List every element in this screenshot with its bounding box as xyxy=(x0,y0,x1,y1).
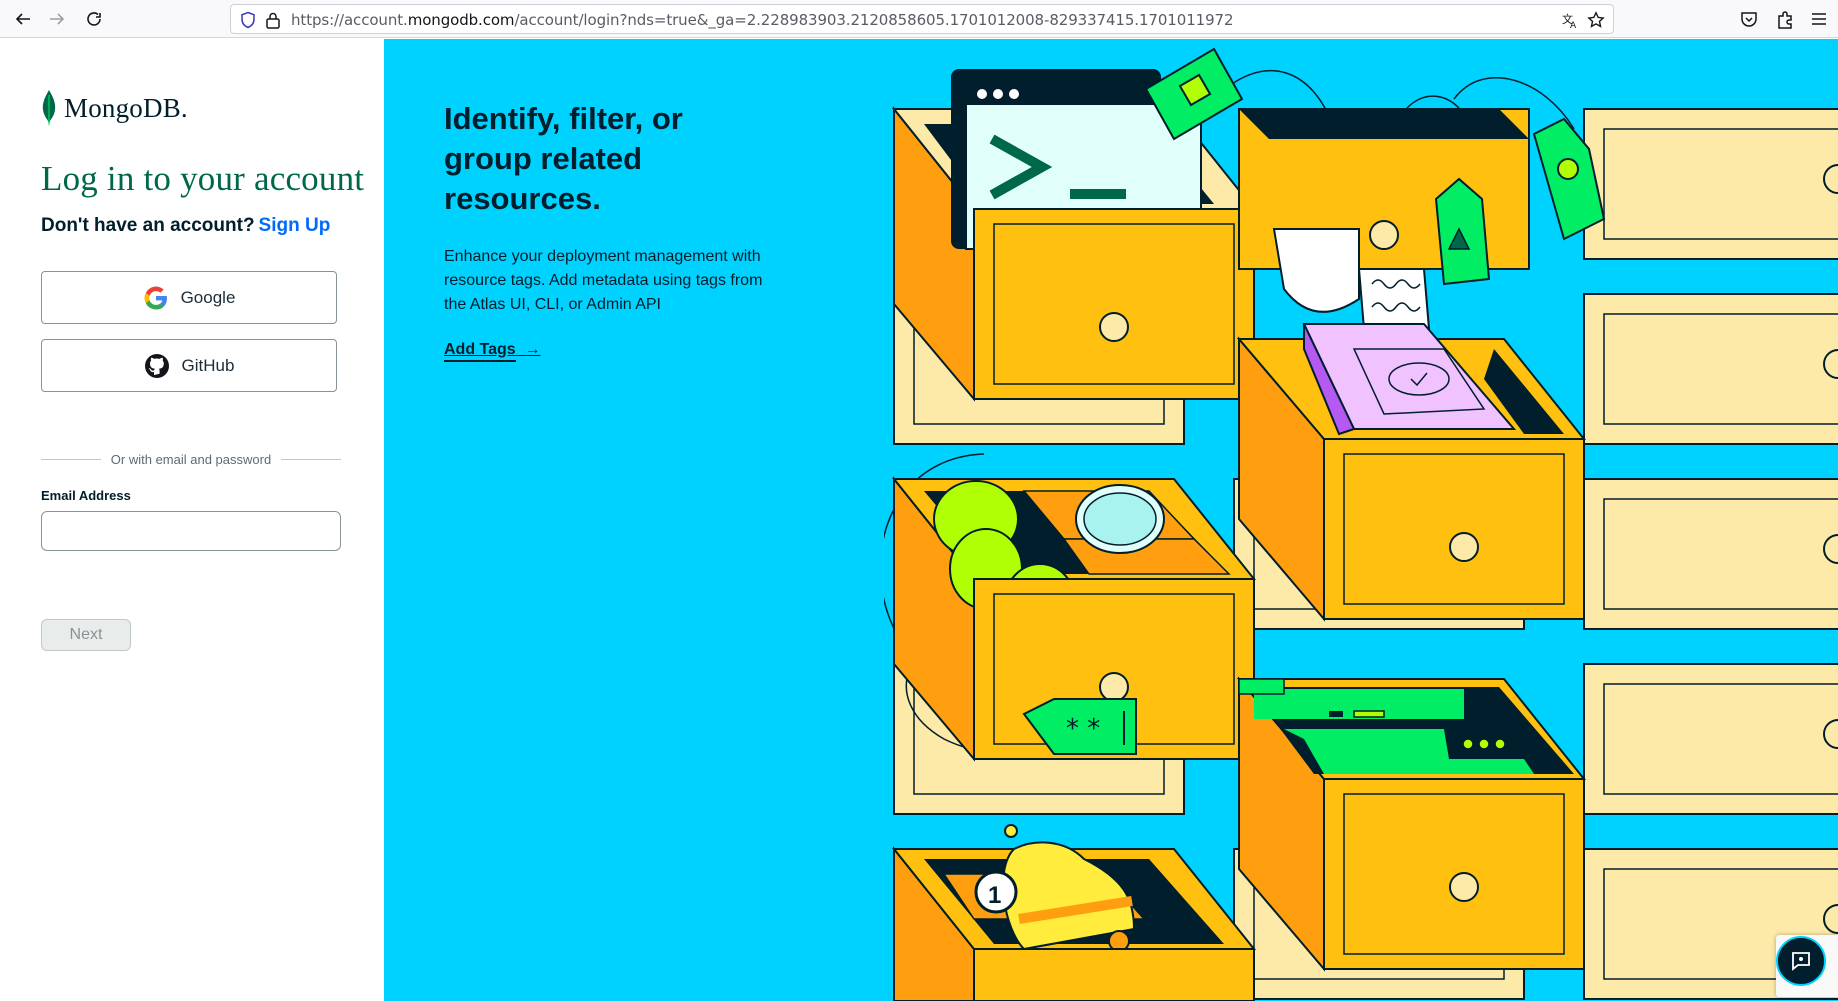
forward-arrow-icon[interactable] xyxy=(44,6,70,32)
background-drawer xyxy=(1583,663,1838,815)
promo-panel: Identify, filter, or group related resou… xyxy=(384,39,1838,1001)
arrow-right-icon: → xyxy=(524,341,541,358)
google-icon xyxy=(144,286,167,309)
leaf-icon xyxy=(42,90,56,126)
mongodb-logo[interactable]: MongoDB. xyxy=(40,89,188,127)
extensions-icon[interactable] xyxy=(1774,8,1796,30)
add-tags-link[interactable]: Add Tags → xyxy=(444,341,541,362)
email-field[interactable] xyxy=(41,511,341,551)
browser-toolbar: https://account.mongodb.com/account/logi… xyxy=(0,0,1838,38)
signup-prompt: Don't have an account? Sign Up xyxy=(41,215,330,237)
logo-text: MongoDB. xyxy=(64,92,188,123)
background-drawer xyxy=(1583,108,1838,260)
next-button[interactable]: Next xyxy=(41,619,131,651)
drawers-illustration: * * 1 xyxy=(884,47,1838,1001)
promo-body: Enhance your deployment management with … xyxy=(444,248,763,313)
svg-text:* *: * * xyxy=(1066,714,1100,744)
background-drawer xyxy=(1583,293,1838,445)
login-panel: MongoDB. Log in to your account Don't ha… xyxy=(0,39,384,1001)
translate-icon[interactable]: 文A xyxy=(1561,11,1579,29)
add-tags-label: Add Tags xyxy=(444,341,516,362)
reload-icon[interactable] xyxy=(81,6,107,32)
github-icon xyxy=(144,353,169,378)
google-login-button[interactable]: Google xyxy=(41,271,337,324)
github-label: GitHub xyxy=(181,355,235,375)
promo-title: Identify, filter, or group related resou… xyxy=(444,101,683,216)
google-label: Google xyxy=(180,287,236,307)
background-drawer xyxy=(1583,478,1838,630)
divider-line-left xyxy=(41,458,101,460)
chat-icon xyxy=(1792,952,1810,971)
chat-support-button[interactable] xyxy=(1776,936,1826,986)
menu-icon[interactable] xyxy=(1808,8,1830,30)
notification-badge-number: 1 xyxy=(988,882,1001,909)
divider: Or with email and password xyxy=(41,449,341,469)
shield-icon[interactable] xyxy=(239,11,257,29)
email-label: Email Address xyxy=(41,488,131,503)
url-text[interactable]: https://account.mongodb.com/account/logi… xyxy=(291,11,1234,29)
svg-text:A: A xyxy=(1570,21,1577,29)
lock-icon[interactable] xyxy=(265,11,281,29)
divider-text: Or with email and password xyxy=(110,451,272,467)
github-login-button[interactable]: GitHub xyxy=(41,339,337,392)
back-arrow-icon[interactable] xyxy=(10,6,36,32)
pocket-icon[interactable] xyxy=(1738,8,1760,30)
address-bar[interactable]: https://account.mongodb.com/account/logi… xyxy=(230,4,1614,34)
divider-line-right xyxy=(281,458,341,460)
no-account-text: Don't have an account? xyxy=(41,215,255,236)
signup-link[interactable]: Sign Up xyxy=(259,215,331,236)
bookmark-star-icon[interactable] xyxy=(1587,11,1605,29)
page-title: Log in to your account xyxy=(41,159,365,198)
